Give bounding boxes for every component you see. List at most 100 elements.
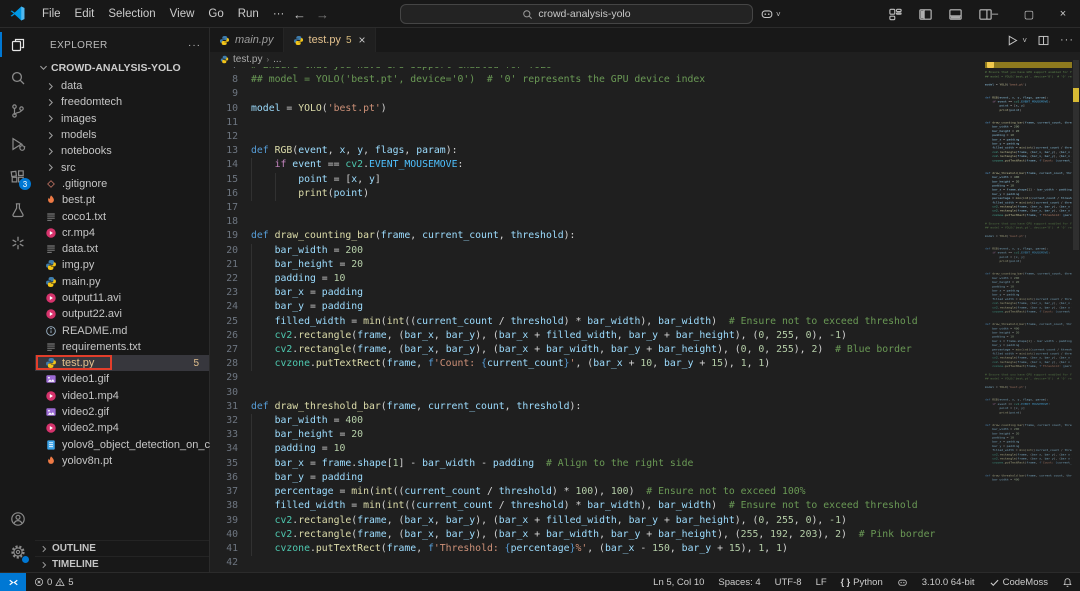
activity-extensions-icon[interactable]: 3 <box>0 160 35 193</box>
split-editor-icon[interactable] <box>1037 34 1050 47</box>
tree-folder-images[interactable]: images <box>35 111 209 127</box>
code-line-24: 24 bar_y = padding <box>210 300 985 315</box>
minimap-highlight-band <box>985 62 1072 68</box>
tree-file-test-py[interactable]: test.py 5 <box>35 355 209 372</box>
activity-testing-icon[interactable] <box>0 193 35 226</box>
back-icon[interactable]: ← <box>293 7 306 22</box>
tree-folder-notebooks[interactable]: notebooks <box>35 143 209 159</box>
line-content: filled_width = min(int((current_count / … <box>251 499 985 514</box>
line-content: model = YOLO('best.pt') <box>251 102 387 114</box>
activity-chatgpt-icon[interactable] <box>0 226 35 259</box>
tree-file-video2-gif[interactable]: video2.gif <box>35 404 209 420</box>
tree-file-yolov8-object-detection-on-cu-[interactable]: yolov8_object_detection_on_cu... <box>35 437 225 453</box>
tab-problems-badge: 5 <box>345 34 352 46</box>
python-file-icon <box>293 35 304 46</box>
minimize-icon[interactable]: – <box>978 0 1012 28</box>
tree-file-cr-mp4[interactable]: cr.mp4 <box>35 225 209 241</box>
activity-run-debug-icon[interactable] <box>0 127 35 160</box>
panel-outline[interactable]: OUTLINE <box>35 540 209 556</box>
menu-file[interactable]: File <box>35 4 68 24</box>
tree-folder-models[interactable]: models <box>35 127 209 143</box>
code-line-18: 18 <box>210 215 985 229</box>
tree-file-main-py[interactable]: main.py <box>35 274 209 290</box>
copilot-menu-button[interactable]: ˅ <box>760 4 781 24</box>
code-line-33: 33 bar_height = 20 <box>210 428 985 443</box>
tree-file-output11-avi[interactable]: output11.avi <box>35 290 209 306</box>
editor-scrollbar[interactable] <box>1072 52 1080 572</box>
indent-guide <box>251 186 252 202</box>
problems-status[interactable]: 0 5 <box>26 577 82 588</box>
command-center-search[interactable]: crowd-analysis-yolo <box>400 4 753 24</box>
line-number: 18 <box>226 216 238 228</box>
activity-bar-bottom <box>0 502 35 572</box>
tree-folder-src[interactable]: src <box>35 159 209 175</box>
tree-file-data-txt[interactable]: data.txt <box>35 241 209 257</box>
tree-folder-data[interactable]: data <box>35 78 209 94</box>
menu-selection[interactable]: Selection <box>101 4 162 24</box>
status-cursor-position[interactable]: Ln 5, Col 10 <box>646 573 711 591</box>
run-dropdown-chevron-icon[interactable]: ˅ <box>1022 36 1027 45</box>
tree-folder-freedomtech[interactable]: freedomtech <box>35 94 209 110</box>
status-python-interpreter[interactable]: 3.10.0 64-bit <box>915 573 982 591</box>
menu-view[interactable]: View <box>163 4 202 24</box>
tree-file-video2-mp4[interactable]: video2.mp4 <box>35 420 209 436</box>
tree-file--gitignore[interactable]: .gitignore <box>35 176 209 192</box>
line-content: bar_x = padding <box>251 286 985 301</box>
item-label: best.pt <box>62 194 96 207</box>
item-label: video2.gif <box>62 406 110 419</box>
tree-file-video1-mp4[interactable]: video1.mp4 <box>35 388 209 404</box>
tree-file-readme-md[interactable]: README.md <box>35 322 209 338</box>
customize-layout-icon[interactable] <box>883 3 907 25</box>
remote-indicator[interactable] <box>0 573 26 591</box>
tree-file-yolov8n-pt[interactable]: yolov8n.pt <box>35 453 209 469</box>
menu-edit[interactable]: Edit <box>68 4 102 24</box>
maximize-icon[interactable]: ▢ <box>1012 0 1046 28</box>
tree-file-requirements-txt[interactable]: requirements.txt <box>35 339 209 355</box>
status-codemoss[interactable]: CodeMoss <box>982 573 1055 591</box>
menu-more[interactable]: ··· <box>266 4 292 24</box>
status-eol[interactable]: LF <box>809 573 834 591</box>
status-notifications[interactable] <box>1055 573 1080 591</box>
activity-settings-icon[interactable] <box>0 535 35 568</box>
toggle-primary-sidebar-icon[interactable] <box>913 3 937 25</box>
toggle-panel-icon[interactable] <box>943 3 967 25</box>
tab-test-py[interactable]: test.py 5 × <box>283 28 376 52</box>
explorer-more-actions-icon[interactable]: ··· <box>188 40 201 51</box>
tab-main-py[interactable]: main.py <box>210 28 284 52</box>
code-editor[interactable]: 7# Ensure that you have GPU support enab… <box>210 67 985 572</box>
tree-file-video1-gif[interactable]: video1.gif <box>35 371 209 387</box>
tree-file-output22-avi[interactable]: output22.avi <box>35 306 209 322</box>
tree-file-coco1-txt[interactable]: coco1.txt <box>35 208 209 224</box>
tree-file-best-pt[interactable]: best.pt <box>35 192 209 208</box>
activity-accounts-icon[interactable] <box>0 502 35 535</box>
text-file-icon <box>45 341 57 353</box>
panel-timeline[interactable]: TIMELINE <box>35 556 209 572</box>
breadcrumb[interactable]: test.py › ... <box>210 52 1080 67</box>
activity-search-icon[interactable] <box>0 61 35 94</box>
run-button[interactable] <box>1006 34 1019 47</box>
indent-guide <box>251 499 252 514</box>
status-copilot-status[interactable] <box>890 573 915 591</box>
tree-file-img-py[interactable]: img.py <box>35 257 209 273</box>
minimap[interactable]: # Ensure that you have GPU support enabl… <box>985 62 1072 572</box>
activity-source-control-icon[interactable] <box>0 94 35 127</box>
status-indentation[interactable]: Spaces: 4 <box>711 573 767 591</box>
menu-go[interactable]: Go <box>201 4 230 24</box>
close-icon[interactable]: × <box>1046 0 1080 28</box>
item-label: requirements.txt <box>62 340 141 353</box>
more-actions-icon[interactable]: ··· <box>1060 34 1074 46</box>
tab-close-icon[interactable]: × <box>359 33 366 47</box>
line-content: ## model = YOLO('best.pt', device='0') #… <box>251 74 706 86</box>
status-label: Python <box>853 576 883 588</box>
line-content: def draw_threshold_bar(frame, current_co… <box>251 400 582 412</box>
video-file-icon <box>45 227 57 239</box>
tree-root-folder[interactable]: CROWD-ANALYSIS-YOLO <box>35 59 209 76</box>
status-encoding[interactable]: UTF-8 <box>768 573 809 591</box>
chevron-right-icon <box>45 146 56 157</box>
activity-explorer-icon[interactable] <box>0 28 35 61</box>
chevron-right-icon <box>45 113 56 124</box>
status-language-mode[interactable]: { } Python <box>834 573 890 591</box>
line-number: 30 <box>226 386 238 398</box>
menu-run[interactable]: Run <box>231 4 266 24</box>
forward-icon[interactable]: → <box>316 7 329 22</box>
